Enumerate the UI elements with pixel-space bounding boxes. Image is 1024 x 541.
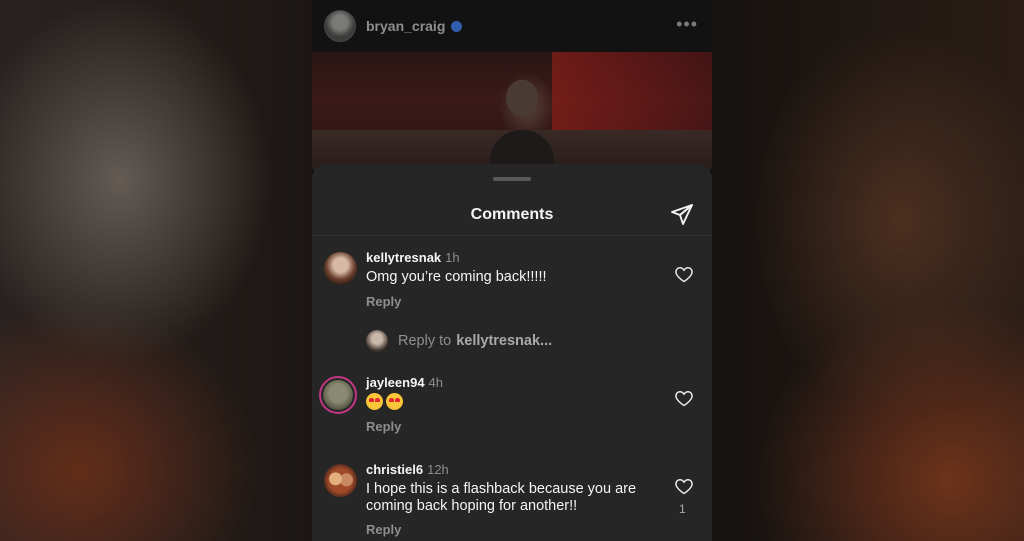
more-options-icon[interactable]: ••• — [676, 14, 698, 35]
comment-username-line: jayleen94 4h — [366, 375, 443, 390]
commenter-avatar[interactable] — [324, 252, 357, 285]
comment-username[interactable]: kellytresnak — [366, 250, 441, 265]
video-preview[interactable] — [312, 52, 712, 170]
verified-badge-icon — [451, 20, 463, 32]
comment-username[interactable]: christiel6 — [366, 462, 423, 477]
like-count: 1 — [679, 502, 686, 516]
phone-screen: bryan_craig ••• Comments kellytresnak 1h … — [312, 0, 712, 541]
reply-button[interactable]: Reply — [366, 419, 401, 434]
comment-text: Omg you’re coming back!!!!! — [366, 269, 547, 285]
commenter-avatar[interactable] — [319, 376, 357, 414]
commenter-avatar[interactable] — [324, 464, 357, 497]
reply-input[interactable]: Reply to kellytresnak... — [366, 330, 552, 352]
post-username[interactable]: bryan_craig — [366, 18, 445, 34]
heart-icon[interactable] — [674, 264, 694, 284]
avatar[interactable] — [324, 10, 356, 42]
heart-icon[interactable] — [674, 388, 694, 408]
comment-time: 4h — [428, 375, 444, 390]
divider — [312, 235, 712, 236]
sheet-title: Comments — [470, 206, 554, 223]
reply-prefix: Reply to — [398, 333, 452, 349]
video-person — [482, 72, 562, 170]
post-header: bryan_craig ••• — [312, 0, 712, 52]
share-send-icon[interactable] — [670, 202, 694, 226]
comment-username-line: kellytresnak 1h — [366, 250, 460, 265]
heart-eyes-emoji-icon — [366, 393, 383, 410]
reply-target: kellytresnak... — [456, 333, 553, 349]
comment-text: I hope this is a flashback because you a… — [366, 481, 637, 514]
comment-username[interactable]: jayleen94 — [366, 375, 425, 390]
avatar — [366, 330, 388, 352]
reply-button[interactable]: Reply — [366, 522, 401, 537]
comment-time: 12h — [427, 462, 449, 477]
comment-text — [366, 393, 656, 410]
comment-username-line: christiel6 12h — [366, 462, 449, 477]
comment-time: 1h — [445, 250, 460, 265]
reply-button[interactable]: Reply — [366, 294, 401, 309]
comments-sheet: Comments kellytresnak 1h Omg you’re comin… — [312, 164, 712, 541]
heart-eyes-emoji-icon — [386, 393, 403, 410]
drag-handle[interactable] — [493, 177, 531, 181]
heart-icon[interactable] — [674, 476, 694, 496]
